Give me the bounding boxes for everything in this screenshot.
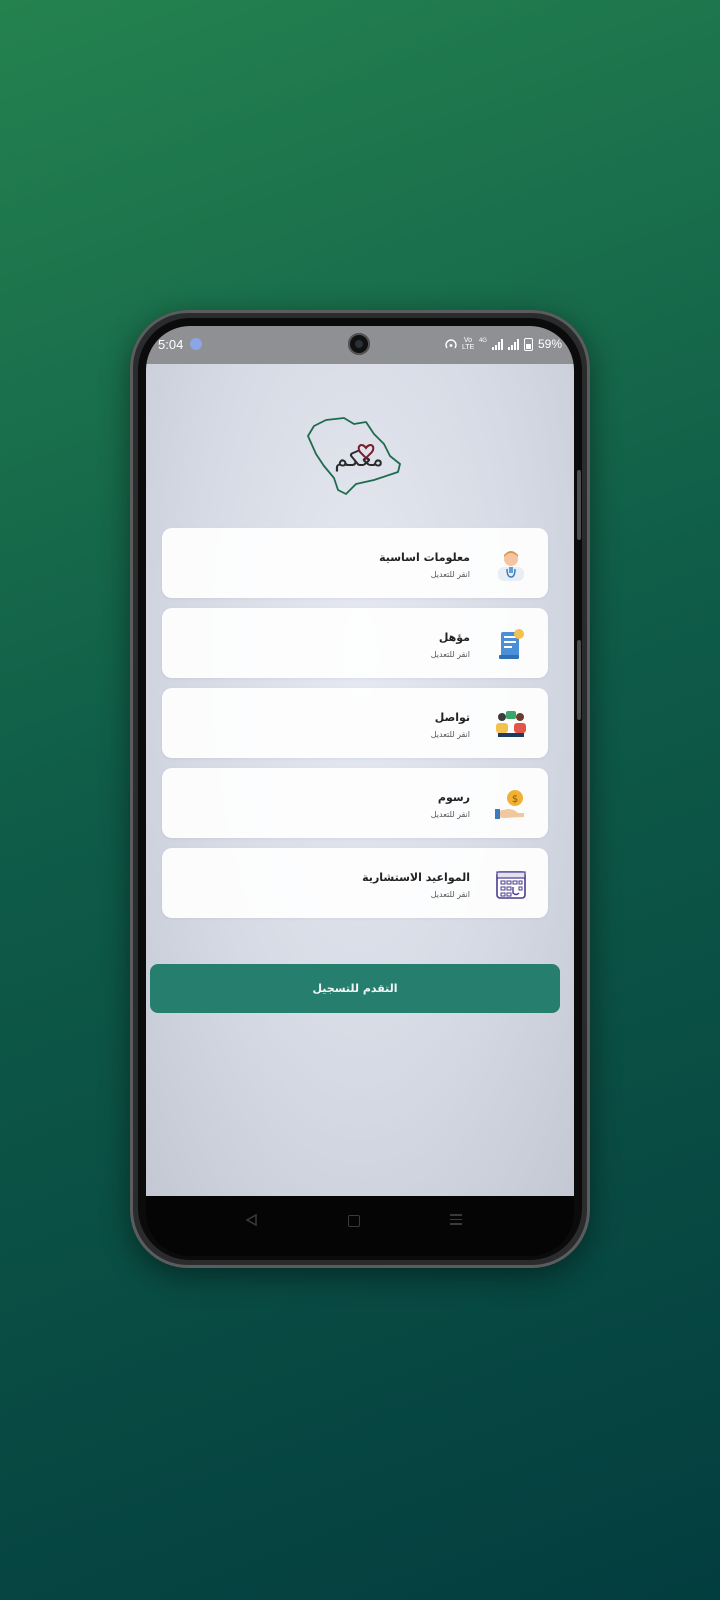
network-gen-label: 4G (478, 338, 487, 344)
status-time: 5:04 (158, 337, 184, 352)
menu-icon[interactable] (450, 1214, 462, 1228)
svg-text:$: $ (512, 794, 518, 805)
registration-screen: معكم معلومات اساسية انقر للتعديل مؤهل ان… (146, 364, 574, 1196)
card-title: رسوم (437, 791, 470, 804)
status-bar: 5:04 Vo LTE 4G 59% (146, 326, 574, 364)
power-button (577, 640, 581, 720)
status-icons: Vo LTE 4G 59% (445, 337, 562, 351)
card-basic-info[interactable]: معلومات اساسية انقر للتعديل (162, 528, 548, 598)
card-subtitle: انقر للتعديل (430, 810, 470, 819)
back-icon[interactable] (244, 1213, 258, 1227)
signal-icon-2 (507, 338, 519, 350)
card-subtitle: انقر للتعديل (430, 570, 470, 579)
calendar-icon (496, 871, 526, 899)
proceed-register-button[interactable]: التقدم للتسجيل (150, 964, 560, 1013)
doctor-icon (498, 551, 524, 581)
battery-level: 59% (537, 337, 562, 351)
card-communication[interactable]: تواصل انقر للتعديل (162, 688, 548, 758)
notification-dot-icon (190, 338, 202, 350)
battery-icon (523, 337, 533, 351)
card-subtitle: انقر للتعديل (430, 730, 470, 739)
card-qualification[interactable]: مؤهل انقر للتعديل (162, 608, 548, 678)
certificate-icon (499, 629, 524, 659)
front-camera (348, 333, 370, 355)
hotspot-icon (445, 339, 457, 349)
volume-button (577, 470, 581, 540)
card-title: مؤهل (438, 631, 470, 644)
phone-screen: 5:04 Vo LTE 4G 59% معكم معلومات اساسية ا… (146, 326, 574, 1256)
fees-coin-icon: $ (495, 790, 524, 819)
system-nav-bar (146, 1196, 574, 1256)
logo-saudi-map: معكم (307, 417, 401, 495)
card-title: المواعيد الاستشارية (362, 871, 470, 884)
volte-label: Vo LTE (461, 337, 475, 351)
communication-icon (496, 711, 526, 737)
home-icon[interactable] (348, 1215, 360, 1227)
card-title: معلومات اساسية (379, 551, 470, 564)
signal-icon (491, 338, 503, 350)
card-subtitle: انقر للتعديل (430, 890, 470, 899)
card-title: تواصل (434, 711, 470, 724)
card-fees[interactable]: $ رسوم انقر للتعديل (162, 768, 548, 838)
card-consultation-appointments[interactable]: المواعيد الاستشارية انقر للتعديل (162, 848, 548, 918)
card-subtitle: انقر للتعديل (430, 650, 470, 659)
